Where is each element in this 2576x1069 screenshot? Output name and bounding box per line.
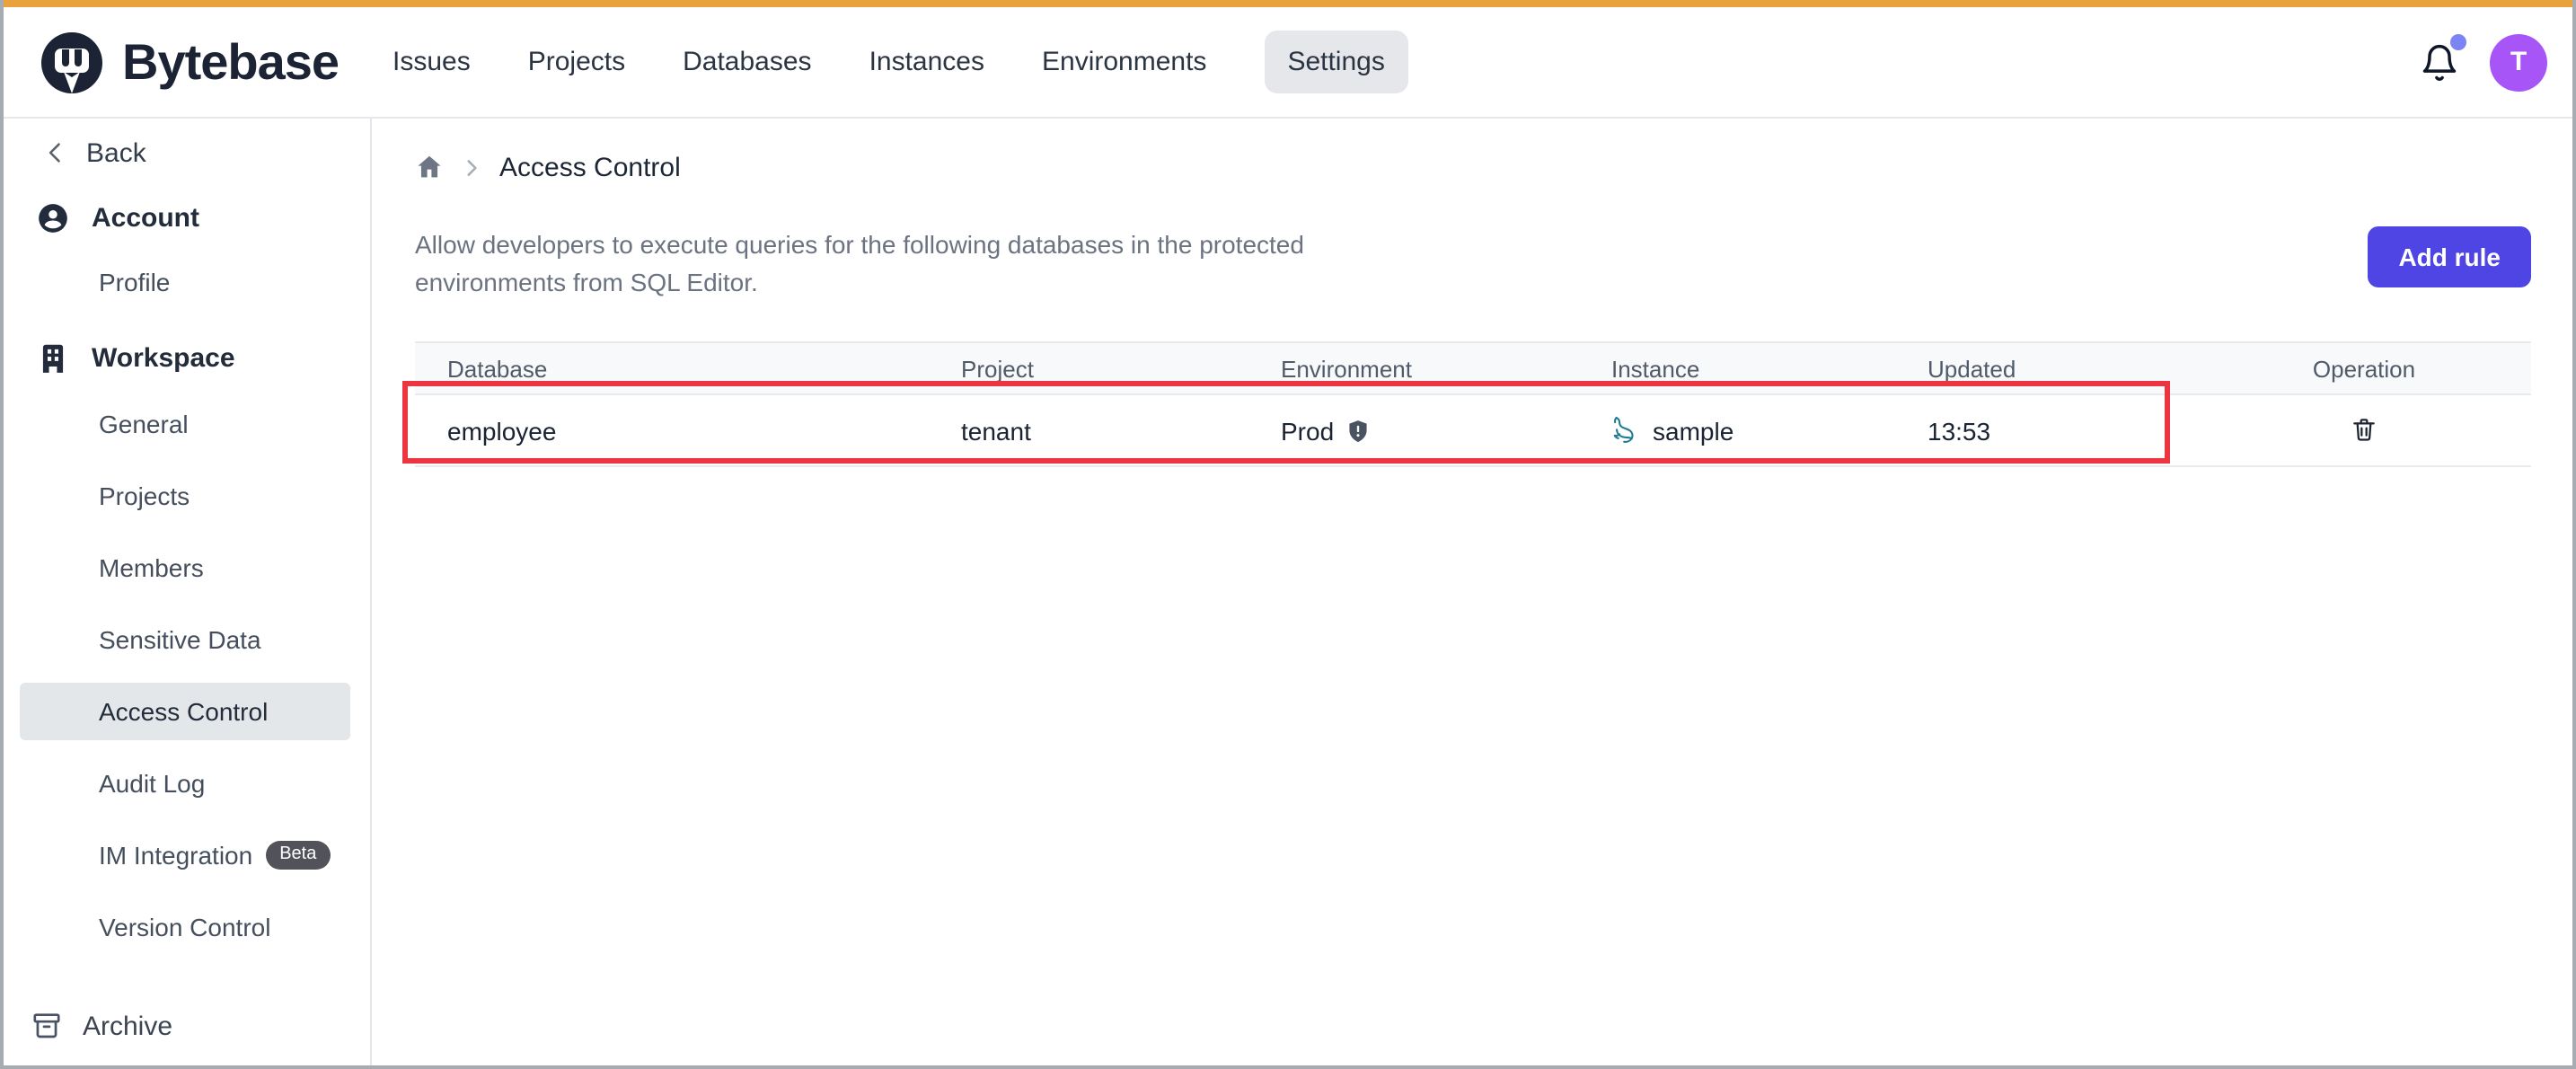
instance-label: sample	[1653, 416, 1734, 445]
user-circle-icon	[36, 200, 70, 234]
settings-sidebar: Back Account Profile Wor	[4, 119, 372, 1065]
sidebar-item-members[interactable]: Members	[20, 539, 350, 596]
cell-updated: 13:53	[1928, 416, 2197, 445]
back-button[interactable]: Back	[4, 129, 370, 176]
chevron-left-icon	[43, 140, 68, 165]
sidebar-spacer	[4, 963, 370, 994]
sidebar-item-archive[interactable]: Archive	[4, 994, 370, 1058]
nav-item-issues[interactable]: Issues	[393, 47, 471, 77]
cell-project: tenant	[961, 416, 1281, 445]
cell-instance: sample	[1611, 415, 1928, 446]
sidebar-item-sensitive-data[interactable]: Sensitive Data	[20, 611, 350, 668]
nav-item-projects[interactable]: Projects	[528, 47, 625, 77]
description-row: Allow developers to execute queries for …	[415, 226, 2531, 302]
nav-item-environments[interactable]: Environments	[1042, 47, 1206, 77]
environment-label: Prod	[1281, 416, 1334, 445]
beta-badge: Beta	[265, 841, 331, 870]
archive-box-icon	[31, 1010, 63, 1042]
user-avatar[interactable]: T	[2490, 33, 2547, 91]
sidebar-item-projects[interactable]: Projects	[20, 467, 350, 525]
nav-item-databases[interactable]: Databases	[683, 47, 811, 77]
building-icon	[36, 340, 70, 375]
chevron-right-icon	[460, 155, 483, 179]
page-title: Access Control	[499, 152, 681, 182]
sidebar-section-label: Workspace	[92, 342, 235, 373]
main-nav: Issues Projects Databases Instances Envi…	[393, 31, 1408, 93]
sidebar-item-label: IM Integration	[99, 841, 252, 870]
trash-icon	[2350, 414, 2378, 443]
main-content: Access Control Allow developers to execu…	[372, 119, 2572, 1065]
column-header-environment: Environment	[1281, 355, 1611, 382]
app-window: Bytebase Issues Projects Databases Insta…	[0, 0, 2576, 1069]
table-header-row: Database Project Environment Instance Up…	[415, 341, 2531, 395]
navbar-right: T	[2418, 33, 2547, 91]
sidebar-section-account[interactable]: Account	[4, 187, 370, 248]
column-header-updated: Updated	[1928, 355, 2197, 382]
sidebar-section-label: Account	[92, 202, 199, 233]
sidebar-item-im-integration[interactable]: IM Integration Beta	[20, 826, 350, 884]
page-description: Allow developers to execute queries for …	[415, 226, 1394, 302]
page-scale-wrapper: Bytebase Issues Projects Databases Insta…	[0, 0, 2576, 1069]
sidebar-section-workspace[interactable]: Workspace	[4, 327, 370, 388]
sidebar-item-profile[interactable]: Profile	[20, 248, 350, 316]
nav-item-instances[interactable]: Instances	[869, 47, 984, 77]
home-icon	[415, 153, 444, 181]
cell-operation	[2197, 412, 2531, 448]
notification-bell-button[interactable]	[2418, 40, 2461, 84]
archive-label: Archive	[83, 1011, 172, 1041]
top-accent-bar	[4, 0, 2572, 7]
column-header-instance: Instance	[1611, 355, 1928, 382]
delete-rule-button[interactable]	[2197, 412, 2531, 445]
cell-database: employee	[415, 416, 961, 445]
sidebar-item-access-control[interactable]: Access Control	[20, 683, 350, 740]
bytebase-logo[interactable]: Bytebase	[38, 28, 339, 96]
add-rule-button[interactable]: Add rule	[2368, 226, 2531, 287]
sidebar-item-audit-log[interactable]: Audit Log	[20, 755, 350, 812]
sidebar-item-general[interactable]: General	[20, 395, 350, 453]
access-rules-table: Database Project Environment Instance Up…	[415, 341, 2531, 467]
table-row[interactable]: employee tenant Prod	[415, 395, 2531, 467]
nav-item-settings[interactable]: Settings	[1264, 31, 1407, 93]
bytebase-logo-icon	[38, 28, 106, 96]
cell-environment: Prod	[1281, 416, 1611, 445]
back-label: Back	[86, 137, 146, 168]
column-header-database: Database	[415, 355, 961, 382]
column-header-operation: Operation	[2197, 355, 2531, 382]
sidebar-item-version-control[interactable]: Version Control	[20, 898, 350, 956]
column-header-project: Project	[961, 355, 1281, 382]
mysql-dolphin-icon	[1611, 415, 1642, 446]
shield-alert-icon	[1345, 418, 1370, 443]
body-row: Back Account Profile Wor	[4, 119, 2572, 1065]
breadcrumb: Access Control	[415, 151, 2531, 183]
brand-wordmark: Bytebase	[122, 33, 339, 91]
top-navbar: Bytebase Issues Projects Databases Insta…	[4, 7, 2572, 119]
breadcrumb-home-button[interactable]	[415, 153, 444, 181]
notification-dot	[2450, 33, 2466, 49]
